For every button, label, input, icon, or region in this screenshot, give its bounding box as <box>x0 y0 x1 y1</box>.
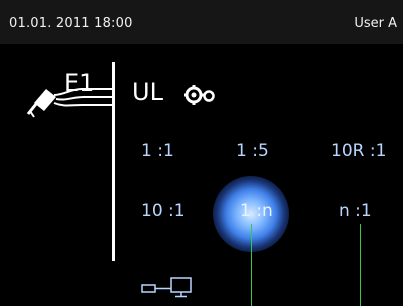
connector-line-n1 <box>360 224 361 306</box>
network-icon[interactable] <box>141 276 197 298</box>
ratio-option-1-5[interactable]: 1 :5 <box>236 141 269 161</box>
vertical-divider <box>112 62 115 261</box>
station-label: E1 <box>64 69 95 97</box>
ratio-option-n-1[interactable]: n :1 <box>339 201 372 221</box>
ratio-option-10r-1[interactable]: 10R :1 <box>331 141 386 161</box>
user-name[interactable]: User A <box>354 16 397 31</box>
connector-line-1n <box>251 224 252 306</box>
status-bar: 01.01. 2011 18:00 User A <box>0 0 403 44</box>
datetime: 01.01. 2011 18:00 <box>9 16 133 31</box>
ratio-option-1-n[interactable]: 1 :n <box>240 201 273 221</box>
ratio-option-1-1[interactable]: 1 :1 <box>141 141 174 161</box>
mode-label: UL <box>132 78 163 106</box>
gear-icon[interactable] <box>180 83 220 107</box>
screen: 01.01. 2011 18:00 User A E1 UL 1 :1 1 :5… <box>0 0 403 306</box>
ratio-option-10-1[interactable]: 10 :1 <box>141 201 185 221</box>
